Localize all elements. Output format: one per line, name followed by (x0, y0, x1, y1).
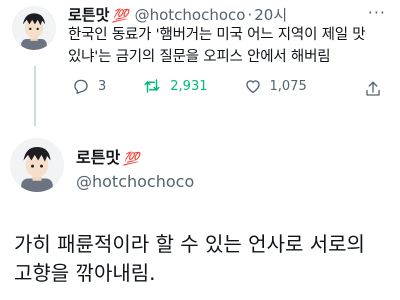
tweet2-text-line: 고향을 깎아내림. (14, 261, 156, 285)
tweet2-text: 가히 패륜적이라 할 수 있는 언사로 서로의 고향을 깎아내림. (14, 230, 394, 288)
tweet1-text-line: 있냐'는 금기의 질문을 오피스 안에서 해버림 (68, 49, 331, 65)
avatar-icon (10, 138, 64, 192)
tweet1-text-line: 한국인 동료가 '햄버거는 미국 어느 지역이 제일 맛 (68, 27, 366, 43)
tweet1-avatar[interactable] (12, 6, 56, 50)
thread-connector-line (34, 66, 36, 126)
retweet-count: 2,931 (170, 78, 208, 94)
tweet2-handle[interactable]: @hotchochoco (76, 172, 194, 191)
reply-count: 3 (98, 78, 107, 94)
tweet2-text-line: 가히 패륜적이라 할 수 있는 언사로 서로의 (14, 232, 365, 256)
tweet1-timestamp[interactable]: 20시 (254, 4, 287, 25)
share-button[interactable] (364, 80, 382, 102)
like-icon (245, 80, 260, 94)
more-options-icon[interactable]: ··· (368, 3, 386, 22)
tweet2-header: 로튼맛 💯 (76, 144, 139, 168)
tweet1-display-name[interactable]: 로튼맛 (68, 4, 109, 25)
like-count: 1,075 (269, 78, 307, 94)
reply-icon (74, 79, 88, 95)
tweet2-display-name[interactable]: 로튼맛 (76, 144, 120, 168)
reply-button[interactable]: 3 (72, 77, 106, 95)
tweet1-header: 로튼맛 💯 @hotchochoco · 20시 (68, 4, 287, 25)
badge-icon: 💯 (123, 152, 140, 167)
badge-icon: 💯 (112, 9, 129, 24)
tweet1-handle[interactable]: @hotchochoco (135, 6, 246, 24)
retweet-icon (144, 79, 160, 93)
separator-dot: · (247, 6, 253, 24)
tweet1-text: 한국인 동료가 '햄버거는 미국 어느 지역이 제일 맛 있냐'는 금기의 질문… (68, 24, 388, 68)
tweet2-avatar[interactable] (10, 138, 64, 192)
tweet1-action-bar: 3 2,931 1,075 (72, 77, 343, 95)
share-icon (366, 81, 380, 96)
avatar-icon (12, 6, 56, 50)
like-button[interactable]: 1,075 (244, 77, 307, 95)
retweet-button[interactable]: 2,931 (142, 77, 208, 95)
